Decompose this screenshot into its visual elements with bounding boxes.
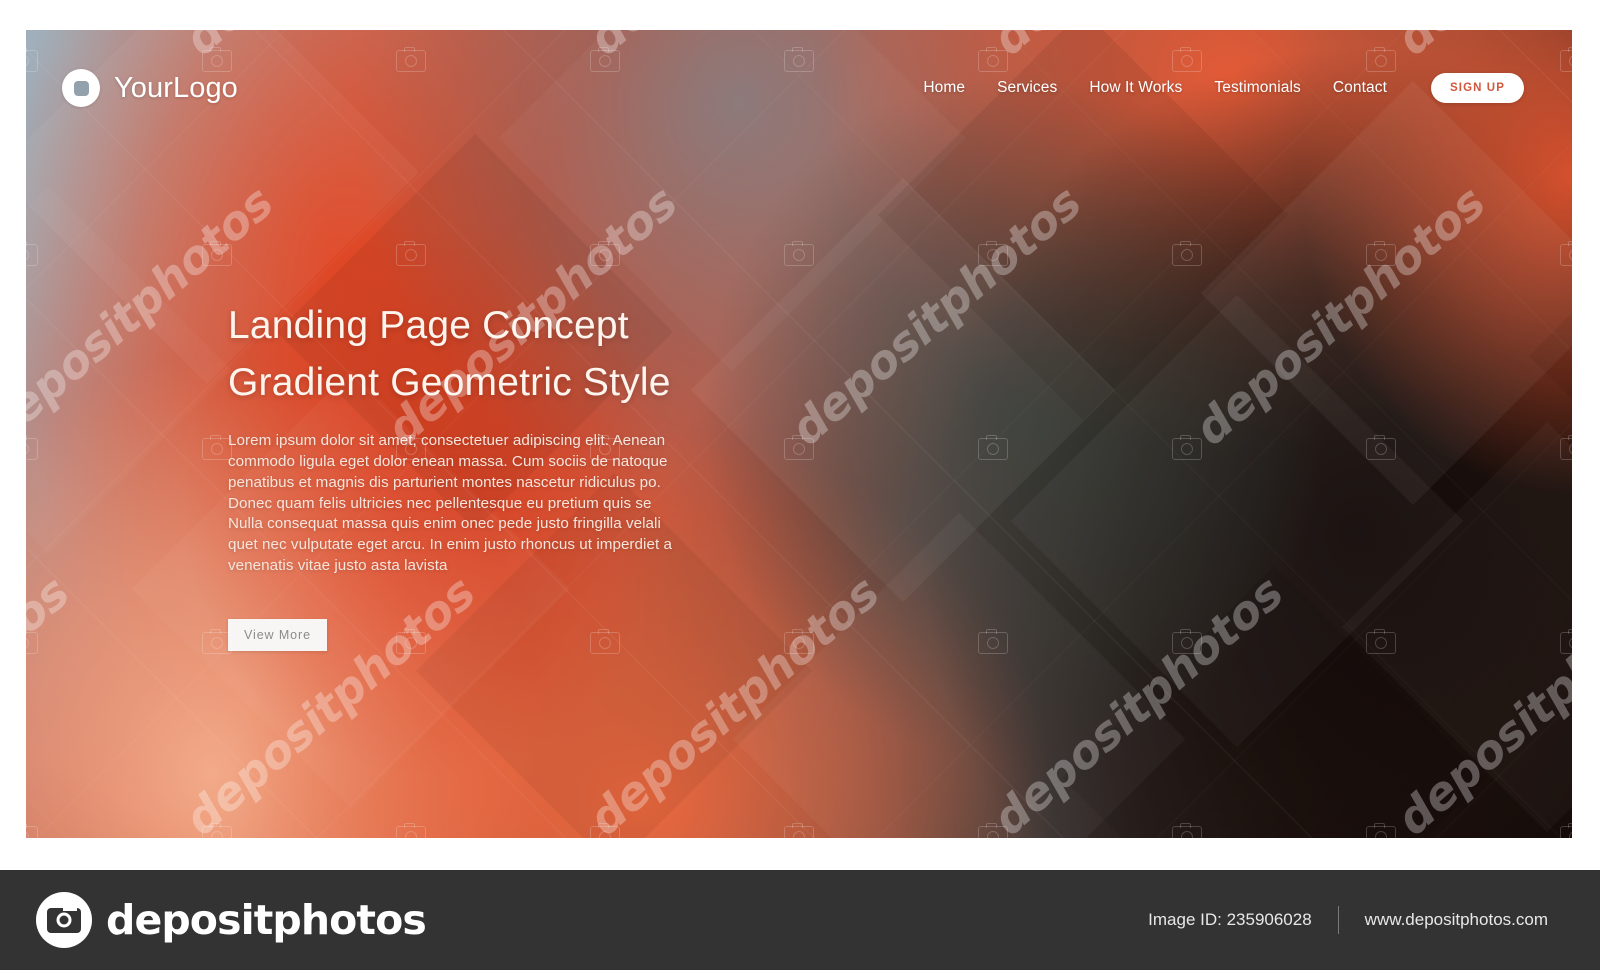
footer-wordmark: depositphotos (106, 896, 427, 944)
nav-links: Home Services How It Works Testimonials … (923, 73, 1524, 103)
brand-logo[interactable]: YourLogo (62, 69, 238, 107)
sign-up-button[interactable]: SIGN UP (1431, 73, 1524, 103)
hero-content: Landing Page Concept Gradient Geometric … (228, 298, 868, 651)
image-id-label: Image ID: 235906028 (1148, 910, 1312, 929)
depositphotos-footer-bar: depositphotos Image ID: 235906028 www.de… (0, 870, 1600, 970)
footer-meta: Image ID: 235906028 www.depositphotos.co… (1148, 906, 1548, 934)
hero-heading: Landing Page Concept Gradient Geometric … (228, 298, 868, 411)
camera-icon (36, 892, 92, 948)
nav-item-services[interactable]: Services (997, 79, 1057, 97)
nav-item-home[interactable]: Home (923, 79, 965, 97)
nav-item-how-it-works[interactable]: How It Works (1089, 79, 1182, 97)
screenshot-root: YourLogo Home Services How It Works Test… (0, 0, 1600, 970)
footer-brand[interactable]: depositphotos (36, 892, 427, 948)
logo-mark-icon (62, 69, 100, 107)
camera-body (47, 907, 81, 933)
website-label: www.depositphotos.com (1364, 910, 1548, 929)
hero-heading-line-1: Landing Page Concept (228, 304, 629, 347)
brand-name-label: YourLogo (114, 71, 238, 104)
nav-item-testimonials[interactable]: Testimonials (1214, 79, 1300, 97)
camera-viewfinder-bump (63, 904, 77, 911)
footer-divider (1337, 906, 1339, 934)
site-navbar: YourLogo Home Services How It Works Test… (26, 58, 1572, 118)
hero-paragraph: Lorem ipsum dolor sit amet, consectetuer… (228, 432, 672, 575)
logo-inner-square (73, 80, 89, 96)
hero-stock-image: YourLogo Home Services How It Works Test… (26, 30, 1572, 838)
view-more-button[interactable]: View More (228, 618, 327, 651)
hero-heading-line-2: Gradient Geometric Style (228, 360, 671, 404)
nav-item-contact[interactable]: Contact (1333, 79, 1387, 97)
